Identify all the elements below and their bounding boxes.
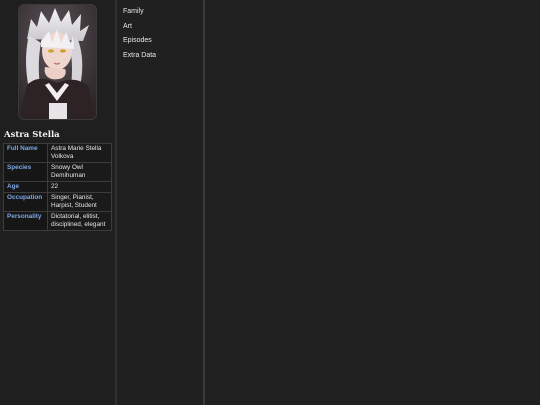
nav-item-art[interactable]: Art bbox=[123, 20, 156, 35]
info-value: Astra Marie Stella Volkova bbox=[47, 143, 112, 163]
info-label: Occupation bbox=[3, 192, 48, 212]
nav-item-episodes[interactable]: Episodes bbox=[123, 34, 156, 49]
info-label: Species bbox=[3, 162, 48, 182]
nav-item-family[interactable]: Family bbox=[123, 5, 156, 20]
portrait-illustration bbox=[19, 5, 96, 119]
table-row: Personality Dictatorial, elitist, discip… bbox=[3, 211, 112, 231]
nav-item-extra-data[interactable]: Extra Data bbox=[123, 49, 156, 64]
table-row: Occupation Singer, Pianist, Harpist, Stu… bbox=[3, 192, 112, 212]
character-name: Astra Stella bbox=[4, 130, 60, 140]
info-value: Dictatorial, elitist, disciplined, elega… bbox=[47, 211, 112, 231]
info-value: 22 bbox=[47, 181, 112, 193]
section-nav: Family Art Episodes Extra Data bbox=[117, 0, 203, 405]
page: Astra Stella Full Name Astra Marie Stell… bbox=[0, 0, 540, 405]
table-row: Species Snowy Owl Demihuman bbox=[3, 162, 112, 182]
main-content bbox=[205, 0, 540, 405]
info-value: Snowy Owl Demihuman bbox=[47, 162, 112, 182]
nav-list: Family Art Episodes Extra Data bbox=[123, 5, 156, 63]
profile-sidebar: Astra Stella Full Name Astra Marie Stell… bbox=[0, 0, 115, 405]
info-value: Singer, Pianist, Harpist, Student bbox=[47, 192, 112, 212]
info-label: Personality bbox=[3, 211, 48, 231]
table-row: Age 22 bbox=[3, 181, 112, 193]
info-label: Age bbox=[3, 181, 48, 193]
character-portrait bbox=[18, 4, 97, 120]
info-label: Full Name bbox=[3, 143, 48, 163]
table-row: Full Name Astra Marie Stella Volkova bbox=[3, 143, 112, 163]
character-info-table: Full Name Astra Marie Stella Volkova Spe… bbox=[3, 143, 112, 231]
